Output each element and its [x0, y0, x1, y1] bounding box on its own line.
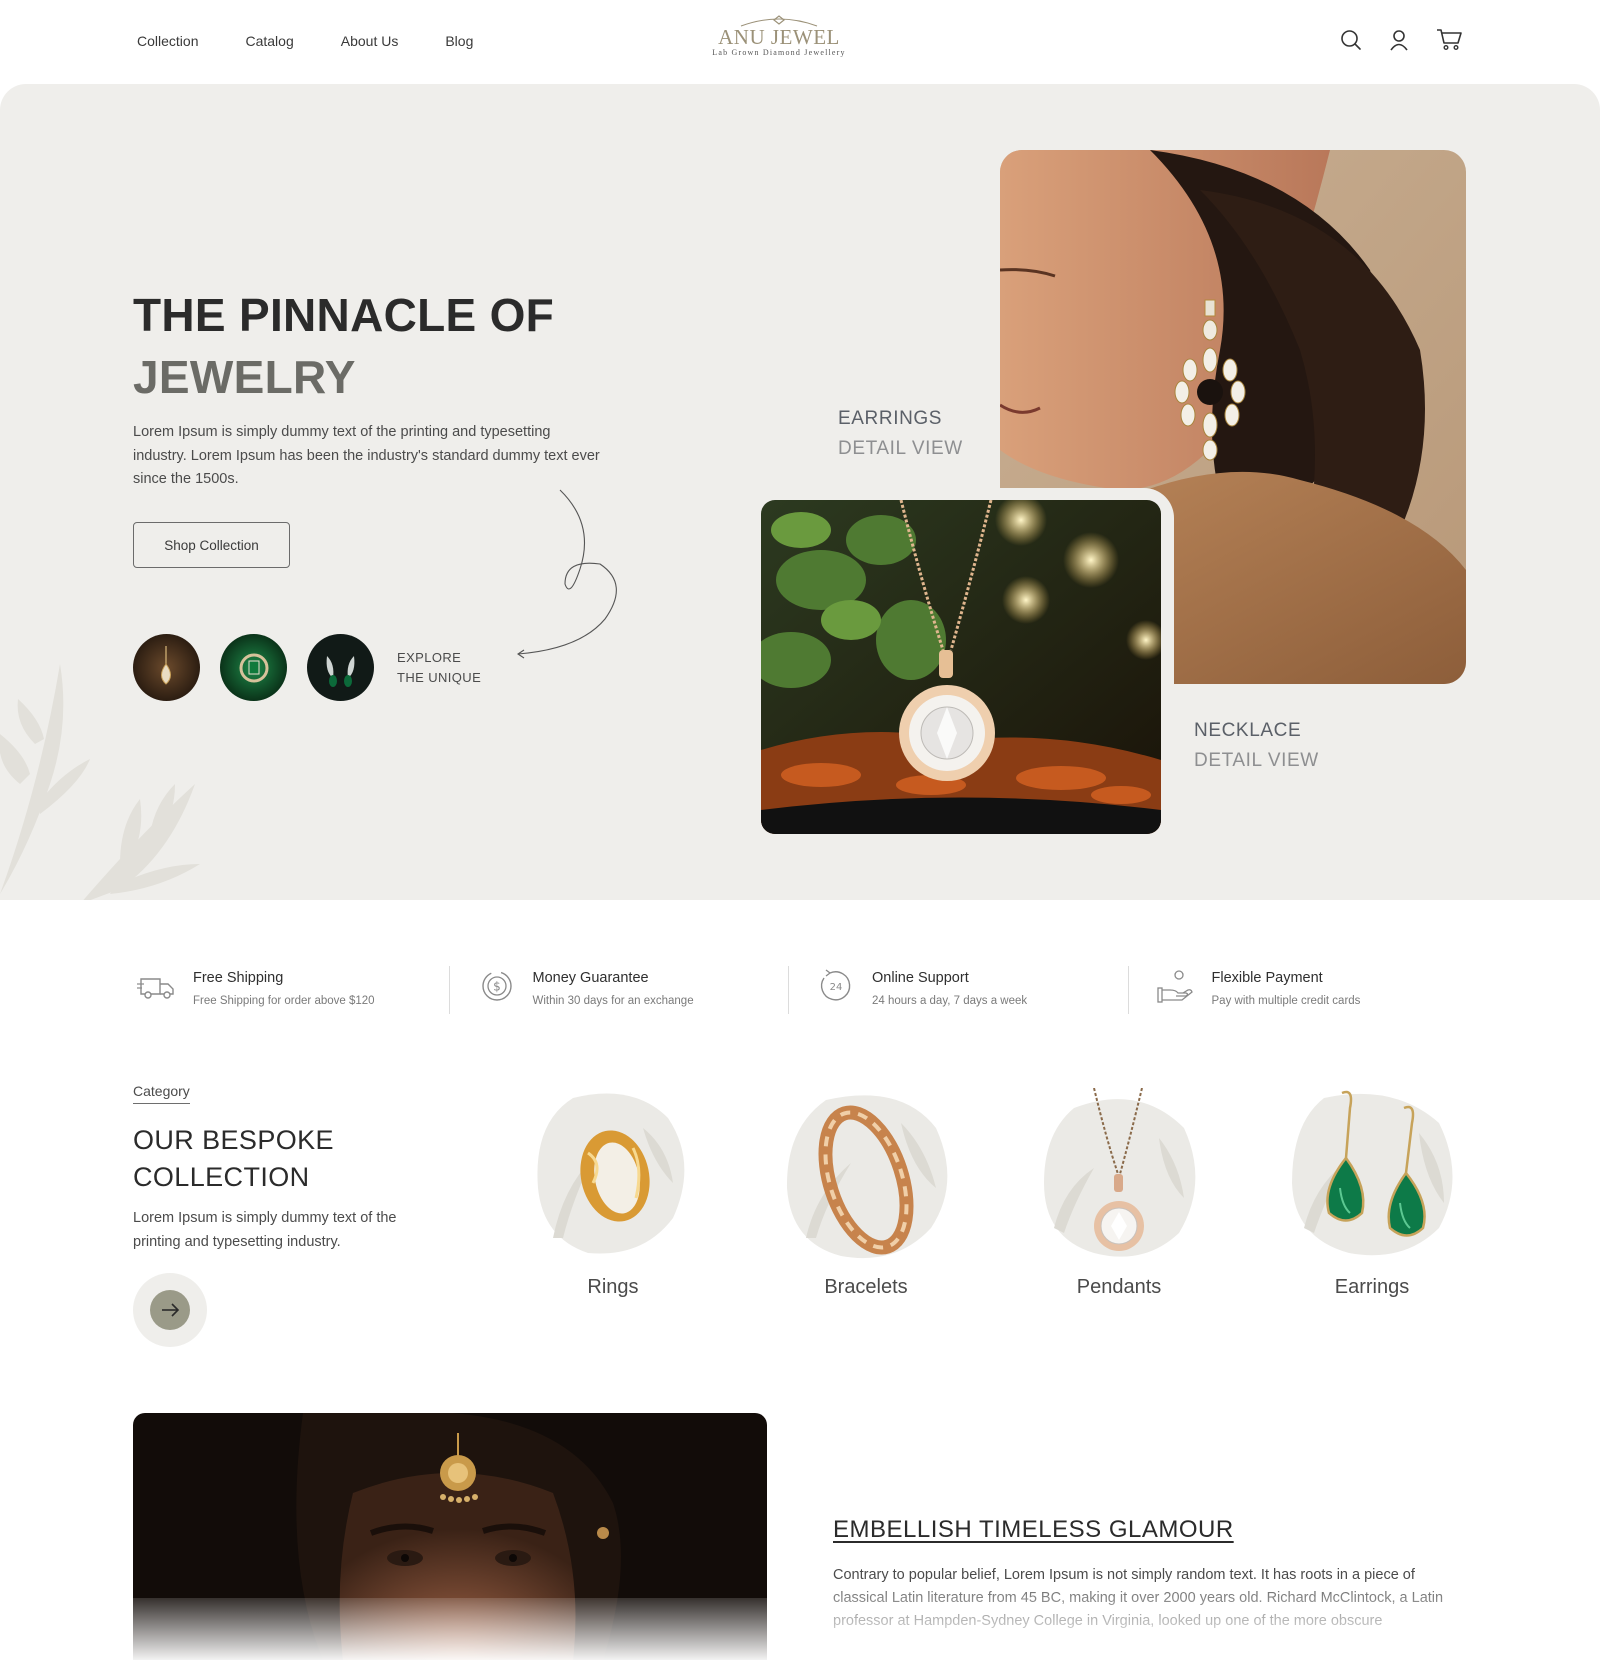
necklace-detail-sub: DETAIL VIEW	[1194, 750, 1319, 771]
category-name: Rings	[587, 1276, 639, 1298]
feature-flexible-payment: Flexible Payment Pay with multiple credi…	[1127, 966, 1468, 1014]
header-actions	[1340, 28, 1463, 56]
feature-subtitle: 24 hours a day, 7 days a week	[872, 995, 1028, 1007]
category-title: OUR BESPOKE COLLECTION	[133, 1122, 334, 1196]
brand-logo[interactable]: ANU JEWEL Lab Grown Diamond Jewellery	[700, 14, 858, 58]
hero-title: THE PINNACLE OF JEWELRY	[133, 284, 554, 408]
site-header: Collection Catalog About Us Blog ANU JEW…	[0, 0, 1600, 84]
truck-icon	[137, 978, 174, 999]
feature-online-support: 24 Online Support 24 hours a day, 7 days…	[788, 966, 1128, 1014]
features-bar: Free Shipping Free Shipping for order ab…	[137, 966, 1467, 1014]
feature-free-shipping: Free Shipping Free Shipping for order ab…	[137, 966, 449, 1014]
bracelet-icon	[786, 1095, 948, 1259]
shop-collection-button[interactable]: Shop Collection	[133, 522, 290, 568]
feature-money-guarantee: $ Money Guarantee Within 30 days for an …	[448, 966, 789, 1014]
money-icon: $	[481, 971, 512, 1001]
bottom-fade-overlay	[800, 1588, 1500, 1660]
thumb-emerald-ring[interactable]	[220, 634, 287, 701]
necklace-detail-label: NECKLACE DETAIL VIEW	[1194, 716, 1319, 776]
category-title-line2: COLLECTION	[133, 1162, 310, 1192]
ring-icon	[537, 1093, 685, 1254]
hero-description: Lorem Ipsum is simply dummy text of the …	[133, 424, 600, 487]
feature-subtitle: Free Shipping for order above $120	[193, 995, 375, 1007]
thumb-emerald-earrings[interactable]	[307, 634, 374, 701]
nav-about-us[interactable]: About Us	[341, 33, 399, 49]
thumb-pendant[interactable]	[133, 634, 200, 701]
user-icon[interactable]	[1388, 29, 1410, 56]
photo-fade-overlay	[133, 1598, 767, 1660]
cart-icon[interactable]	[1436, 28, 1463, 56]
feature-title: Free Shipping	[193, 970, 284, 986]
nav-collection[interactable]: Collection	[137, 33, 198, 49]
svg-text:24: 24	[830, 982, 843, 993]
support-24-icon: 24	[820, 969, 851, 1001]
logo-brand-name: ANU JEWEL	[718, 25, 840, 49]
necklace-label: NECKLACE	[1194, 720, 1302, 741]
hero-title-line1: THE PINNACLE OF	[133, 289, 555, 341]
category-pendants[interactable]: Pendants	[1024, 1088, 1214, 1299]
search-icon[interactable]	[1340, 29, 1362, 56]
hero-title-line2: JEWELRY	[133, 351, 356, 403]
glamour-photo	[133, 1413, 767, 1660]
feature-subtitle: Pay with multiple credit cards	[1211, 995, 1361, 1007]
logo-tagline: Lab Grown Diamond Jewellery	[712, 48, 846, 57]
necklace-photo	[761, 500, 1161, 834]
earrings-detail-label: EARRINGS DETAIL VIEW	[838, 404, 963, 464]
category-name: Earrings	[1334, 1276, 1410, 1298]
feature-subtitle: Within 30 days for an exchange	[532, 995, 694, 1007]
explore-line2: THE UNIQUE	[397, 670, 482, 685]
earrings-icon	[1292, 1090, 1453, 1256]
earrings-label: EARRINGS	[838, 408, 943, 429]
earrings-detail-sub: DETAIL VIEW	[838, 438, 963, 459]
category-name: Pendants	[1076, 1276, 1162, 1298]
category-earrings[interactable]: Earrings	[1277, 1088, 1467, 1299]
main-nav: Collection Catalog About Us Blog	[137, 33, 473, 49]
category-next-button[interactable]	[133, 1273, 207, 1347]
nav-blog[interactable]: Blog	[445, 33, 473, 49]
explore-unique-label: EXPLORE THE UNIQUE	[397, 648, 481, 688]
glamour-title: EMBELLISH TIMELESS GLAMOUR	[833, 1516, 1234, 1543]
svg-text:$: $	[493, 980, 501, 994]
swirl-arrow-icon	[517, 489, 617, 659]
feature-title: Online Support	[872, 970, 969, 986]
feature-title: Flexible Payment	[1211, 970, 1323, 986]
payment-hand-icon	[1156, 970, 1193, 1003]
hero-section: THE PINNACLE OF JEWELRY Lorem Ipsum is s…	[0, 84, 1600, 900]
nav-catalog[interactable]: Catalog	[245, 33, 293, 49]
category-title-line1: OUR BESPOKE	[133, 1125, 334, 1155]
category-bracelets[interactable]: Bracelets	[771, 1088, 961, 1299]
category-name: Bracelets	[824, 1276, 908, 1298]
leaf-decoration-icon	[0, 664, 200, 900]
arrow-right-icon	[150, 1290, 190, 1330]
explore-line1: EXPLORE	[397, 650, 462, 665]
feature-title: Money Guarantee	[532, 970, 649, 986]
pendant-icon	[1044, 1088, 1196, 1257]
category-description: Lorem Ipsum is simply dummy text of the …	[133, 1210, 397, 1250]
category-rings[interactable]: Rings	[518, 1088, 708, 1299]
category-kicker: Category	[133, 1083, 190, 1104]
